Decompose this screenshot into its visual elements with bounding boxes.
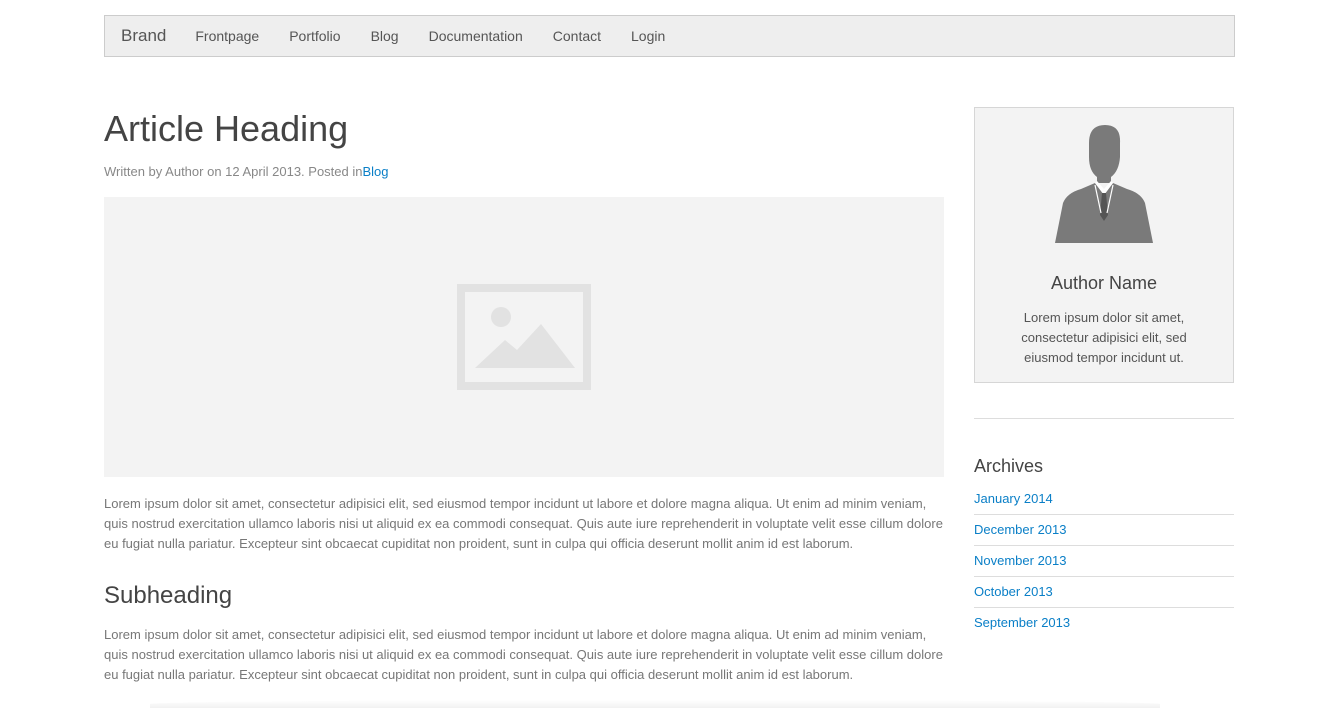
article-paragraph-1: Lorem ipsum dolor sit amet, consectetur …	[104, 496, 943, 551]
archive-link-november-2013[interactable]: November 2013	[974, 553, 1067, 568]
nav-item-blog[interactable]: Blog	[356, 28, 414, 44]
list-item: September 2013	[974, 608, 1234, 638]
article-meta-text: Written by Author on 12 April 2013. Post…	[104, 164, 363, 179]
archive-link-september-2013[interactable]: September 2013	[974, 615, 1070, 630]
sidebar-divider	[974, 418, 1234, 419]
author-name: Author Name	[1050, 273, 1158, 293]
article-heading: Article Heading	[104, 108, 349, 149]
archive-link-january-2014[interactable]: January 2014	[974, 491, 1053, 506]
article-image	[104, 197, 944, 477]
brand-link[interactable]: Brand	[121, 26, 166, 46]
archives-title: Archives	[974, 456, 1044, 476]
nav-item-documentation[interactable]: Documentation	[414, 28, 538, 44]
image-placeholder-icon	[457, 284, 591, 390]
article-paragraph-2: Lorem ipsum dolor sit amet, consectetur …	[104, 627, 943, 682]
nav-item-contact[interactable]: Contact	[538, 28, 616, 44]
nav-item-login[interactable]: Login	[616, 28, 680, 44]
author-silhouette-icon	[1055, 125, 1153, 243]
article-subheading: Subheading	[104, 582, 233, 609]
top-navbar: Brand Frontpage Portfolio Blog Documenta…	[104, 15, 1235, 57]
list-item: October 2013	[974, 577, 1234, 608]
list-item: December 2013	[974, 515, 1234, 546]
archive-link-december-2013[interactable]: December 2013	[974, 522, 1067, 537]
list-item: November 2013	[974, 546, 1234, 577]
nav-item-frontpage[interactable]: Frontpage	[180, 28, 274, 44]
article-meta: Written by Author on 12 April 2013. Post…	[104, 164, 944, 180]
category-link-blog[interactable]: Blog	[362, 164, 388, 179]
page: Brand Frontpage Portfolio Blog Documenta…	[0, 0, 1339, 708]
nav-item-portfolio[interactable]: Portfolio	[274, 28, 355, 44]
article: Article Heading Written by Author on 12 …	[104, 95, 944, 685]
archive-link-october-2013[interactable]: October 2013	[974, 584, 1053, 599]
author-bio: Lorem ipsum dolor sit amet, consectetur …	[1021, 310, 1187, 365]
archive-list: January 2014 December 2013 November 2013…	[974, 484, 1234, 638]
author-card: Author Name Lorem ipsum dolor sit amet, …	[974, 107, 1234, 383]
list-item: January 2014	[974, 484, 1234, 515]
page-bottom-shadow	[150, 700, 1160, 708]
sidebar: Author Name Lorem ipsum dolor sit amet, …	[974, 107, 1234, 638]
